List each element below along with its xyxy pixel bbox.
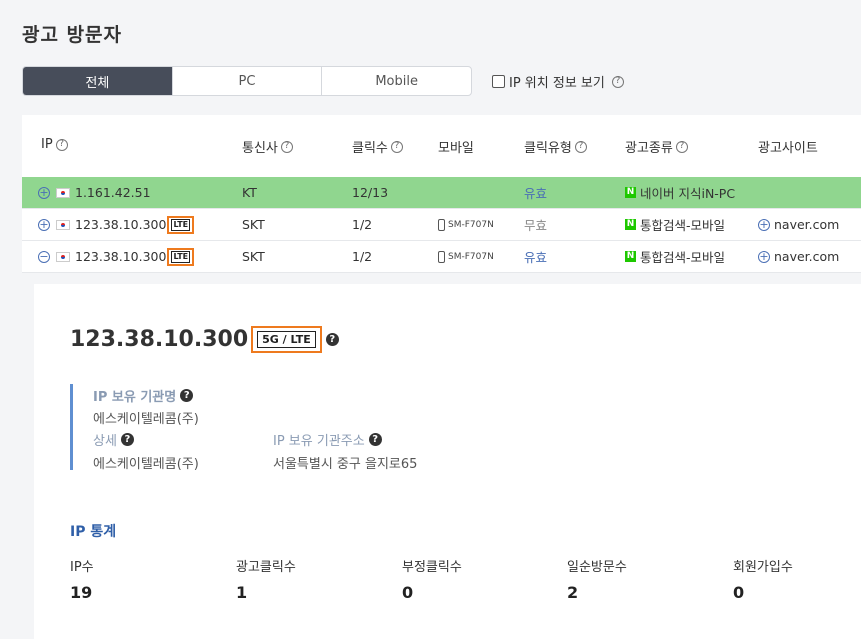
mobile-model: SM-F707N: [448, 219, 494, 230]
korea-flag-icon: [56, 219, 70, 230]
add-site-icon[interactable]: +: [758, 250, 770, 263]
detail-ip: 123.38.10.300: [70, 327, 249, 352]
address-label: IP 보유 기관주소?: [273, 430, 382, 449]
owner-value: 에스케이텔레콤(주): [93, 412, 199, 427]
help-icon[interactable]: ?: [180, 389, 194, 402]
col-carrier: 통신사?: [242, 137, 293, 156]
ad-site-value[interactable]: naver.com: [774, 217, 839, 232]
help-icon[interactable]: ?: [368, 433, 382, 446]
table-row[interactable]: + 1.161.42.51 KT 12/13 유효 N 네이버 지식iN-PC: [22, 177, 861, 209]
help-icon[interactable]: ?: [325, 333, 339, 346]
naver-icon: N: [625, 219, 636, 230]
stats-title: IP 통계: [70, 524, 117, 540]
naver-icon: N: [625, 251, 636, 262]
ip-geo-checkbox[interactable]: [492, 75, 505, 88]
col-mobile: 모바일: [438, 141, 474, 156]
ip-value: 123.38.10.300: [75, 249, 167, 264]
click-type-value: 무효: [524, 218, 548, 233]
table-row[interactable]: − 123.38.10.300 LTE SKT 1/2 SM-F707N 유효 …: [22, 241, 861, 273]
carrier-value: SKT: [242, 217, 265, 232]
phone-icon: [438, 218, 445, 231]
help-icon[interactable]: ?: [120, 433, 134, 446]
col-ad-type: 광고종류?: [625, 137, 688, 156]
clicks-value: 1/2: [352, 217, 373, 232]
help-icon[interactable]: ?: [675, 140, 688, 153]
ad-type-value: 네이버 지식iN-PC: [640, 186, 736, 201]
help-icon[interactable]: ?: [574, 140, 587, 153]
ip-detail-panel: 123.38.10.300 5G / LTE ? IP 보유 기관명? 에스케이…: [34, 284, 861, 639]
help-icon[interactable]: ?: [611, 75, 624, 88]
stat-ip-count: IP수 19: [70, 560, 94, 602]
table-row[interactable]: + 123.38.10.300 LTE SKT 1/2 SM-F707N 무효 …: [22, 209, 861, 241]
ad-type-value: 통합검색-모바일: [640, 218, 726, 233]
table-header: IP? 통신사? 클릭수? 모바일 클릭유형? 광고종류? 광고사이트: [22, 115, 861, 176]
ad-type-value: 통합검색-모바일: [640, 250, 726, 265]
korea-flag-icon: [56, 251, 70, 262]
ad-site-value[interactable]: naver.com: [774, 249, 839, 264]
stat-signups: 회원가입수 0: [733, 560, 793, 602]
naver-icon: N: [625, 187, 636, 198]
add-site-icon[interactable]: +: [758, 218, 770, 231]
col-clicks: 클릭수?: [352, 137, 403, 156]
ip-geo-label: IP 위치 정보 보기: [509, 76, 605, 91]
ip-value: 123.38.10.300: [75, 217, 167, 232]
detail-value: 에스케이텔레콤(주): [93, 457, 199, 472]
expand-icon[interactable]: +: [38, 218, 50, 231]
col-ip: IP?: [41, 137, 68, 152]
help-icon[interactable]: ?: [55, 138, 68, 151]
click-type-value: 유효: [524, 186, 548, 201]
carrier-value: KT: [242, 185, 257, 200]
tab-all[interactable]: 전체: [23, 67, 173, 95]
address-value: 서울특별시 중구 을지로65: [273, 457, 418, 472]
col-ad-site: 광고사이트: [758, 141, 818, 156]
visitor-table: IP? 통신사? 클릭수? 모바일 클릭유형? 광고종류? 광고사이트 + 1.…: [22, 115, 861, 273]
detail-ip-title: 123.38.10.300 5G / LTE ?: [70, 326, 339, 353]
ip-geo-toggle[interactable]: IP 위치 정보 보기 ?: [492, 72, 624, 91]
device-filter-tabs: 전체 PC Mobile: [22, 66, 472, 96]
clicks-value: 12/13: [352, 185, 389, 200]
ip-value: 1.161.42.51: [75, 185, 151, 200]
carrier-value: SKT: [242, 249, 265, 264]
help-icon[interactable]: ?: [280, 140, 293, 153]
col-click-type: 클릭유형?: [524, 137, 587, 156]
tab-mobile[interactable]: Mobile: [322, 67, 471, 95]
click-type-value: 유효: [524, 250, 548, 265]
collapse-icon[interactable]: −: [38, 250, 50, 263]
mobile-model: SM-F707N: [448, 251, 494, 262]
network-badge: 5G / LTE: [251, 326, 322, 353]
phone-icon: [438, 250, 445, 263]
owner-label: IP 보유 기관명?: [93, 386, 194, 405]
help-icon[interactable]: ?: [390, 140, 403, 153]
tab-pc[interactable]: PC: [173, 67, 323, 95]
page-title: 광고 방문자: [22, 24, 123, 46]
stat-ad-clicks: 광고클릭수 1: [236, 560, 296, 602]
lte-badge: LTE: [167, 215, 195, 234]
stat-fraud-clicks: 부정클릭수 0: [402, 560, 462, 602]
detail-label: 상세?: [93, 430, 134, 449]
stat-visits: 일순방문수 2: [567, 560, 627, 602]
ip-owner-info: IP 보유 기관명? 에스케이텔레콤(주) 상세? 에스케이텔레콤(주) IP …: [70, 384, 493, 472]
clicks-value: 1/2: [352, 249, 373, 264]
lte-badge: LTE: [167, 247, 195, 266]
expand-icon[interactable]: +: [38, 186, 50, 199]
korea-flag-icon: [56, 187, 70, 198]
